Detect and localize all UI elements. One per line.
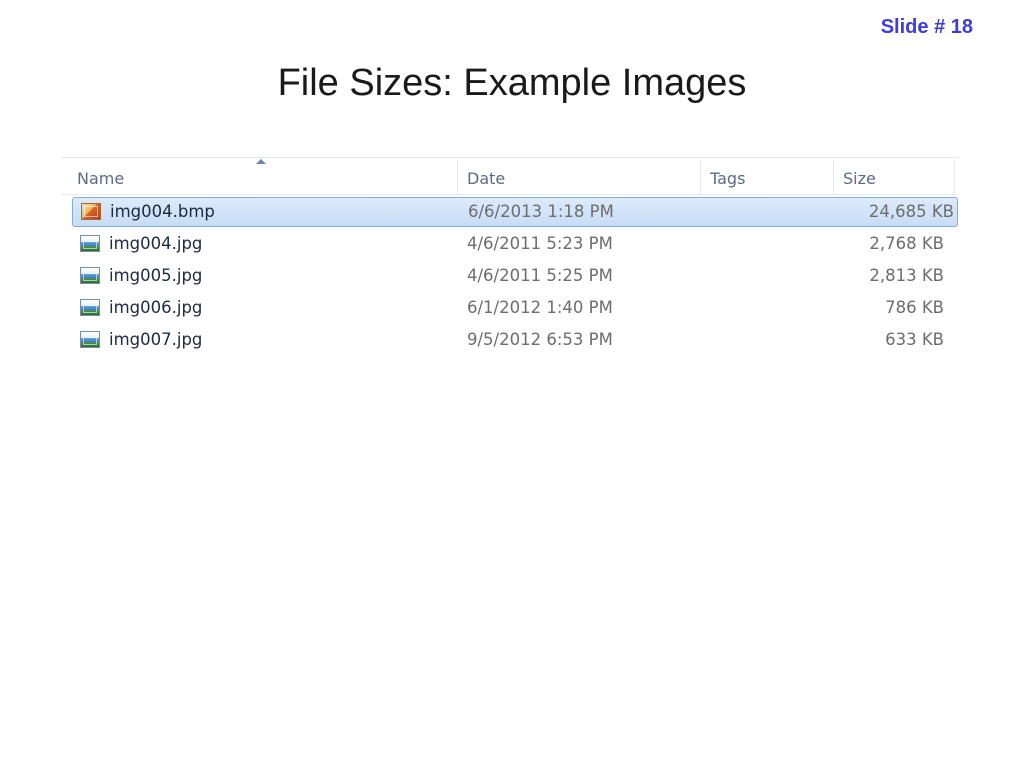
file-list-view: Name Date Tags Size img004.bmp 6/6/2013 … bbox=[61, 157, 958, 352]
column-divider[interactable] bbox=[457, 160, 458, 194]
jpeg-image-file-icon bbox=[80, 235, 100, 252]
sort-ascending-icon bbox=[256, 159, 266, 164]
file-row[interactable]: img005.jpg 4/6/2011 5:25 PM 2,813 KB bbox=[61, 260, 958, 292]
jpeg-image-file-icon bbox=[80, 267, 100, 284]
file-date: 9/5/2012 6:53 PM bbox=[467, 330, 613, 349]
file-date: 6/1/2012 1:40 PM bbox=[467, 298, 613, 317]
file-size: 24,685 KB bbox=[868, 202, 954, 221]
file-name: img006.jpg bbox=[109, 298, 203, 317]
file-name: img007.jpg bbox=[109, 330, 203, 349]
column-header-size[interactable]: Size bbox=[843, 158, 876, 194]
bitmap-image-file-icon bbox=[81, 203, 101, 220]
column-divider[interactable] bbox=[954, 160, 955, 194]
slide-title: File Sizes: Example Images bbox=[277, 62, 747, 104]
column-header-tags[interactable]: Tags bbox=[710, 158, 745, 194]
file-date: 4/6/2011 5:23 PM bbox=[467, 234, 613, 253]
file-date: 6/6/2013 1:18 PM bbox=[468, 202, 614, 221]
column-header-date[interactable]: Date bbox=[467, 158, 505, 194]
file-date: 4/6/2011 5:25 PM bbox=[467, 266, 613, 285]
column-header-bar: Name Date Tags Size bbox=[61, 158, 958, 195]
file-size: 2,813 KB bbox=[869, 266, 944, 285]
jpeg-image-file-icon bbox=[80, 331, 100, 348]
file-size: 786 KB bbox=[885, 298, 944, 317]
column-header-name[interactable]: Name bbox=[77, 158, 124, 194]
file-size: 633 KB bbox=[885, 330, 944, 349]
column-divider[interactable] bbox=[700, 160, 701, 194]
file-name: img005.jpg bbox=[109, 266, 203, 285]
file-row[interactable]: img006.jpg 6/1/2012 1:40 PM 786 KB bbox=[61, 292, 958, 324]
file-name: img004.jpg bbox=[109, 234, 203, 253]
file-row[interactable]: img004.jpg 4/6/2011 5:23 PM 2,768 KB bbox=[61, 228, 958, 260]
jpeg-image-file-icon bbox=[80, 299, 100, 316]
file-size: 2,768 KB bbox=[869, 234, 944, 253]
slide-number: Slide # 18 bbox=[880, 16, 973, 38]
column-divider[interactable] bbox=[833, 160, 834, 194]
slide: Slide # 18 File Sizes: Example Images Na… bbox=[0, 0, 1024, 768]
file-name: img004.bmp bbox=[110, 202, 215, 221]
file-row[interactable]: img007.jpg 9/5/2012 6:53 PM 633 KB bbox=[61, 324, 958, 356]
file-row-selected[interactable]: img004.bmp 6/6/2013 1:18 PM 24,685 KB bbox=[72, 197, 958, 227]
